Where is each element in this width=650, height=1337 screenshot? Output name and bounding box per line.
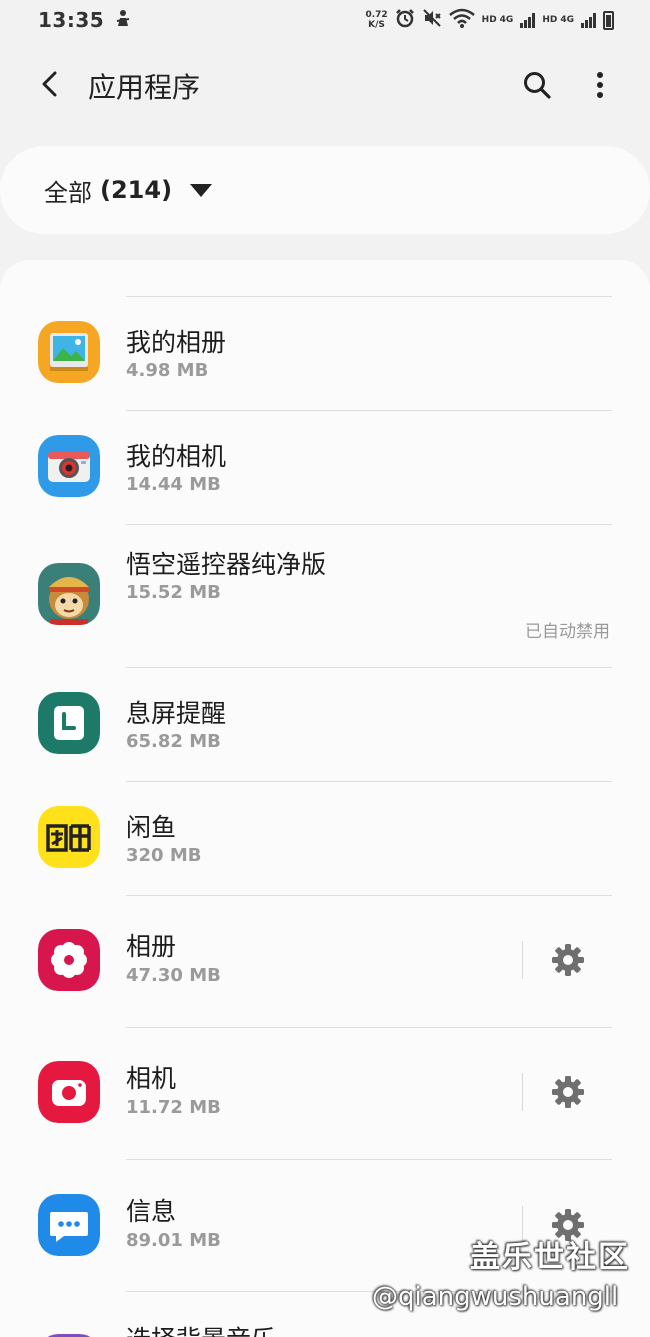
watermark-title: 盖乐世社区	[470, 1240, 630, 1275]
app-size: 65.82 MB	[126, 731, 221, 752]
app-size: 320 MB	[126, 845, 202, 866]
search-button[interactable]	[514, 62, 560, 108]
app-status-label: 已自动禁用	[525, 622, 610, 642]
app-size: 11.72 MB	[126, 1097, 221, 1118]
list-item-wukong-remote[interactable]: 悟空遥控器纯净版 15.52 MB 已自动禁用	[0, 525, 650, 667]
app-size: 89.01 MB	[126, 1230, 221, 1251]
app-name: 息屏提醒	[126, 699, 227, 728]
hd-label-2: HD	[542, 15, 558, 25]
app-name: 相册	[126, 932, 177, 961]
search-icon	[524, 72, 551, 99]
app-size: 4.98 MB	[126, 360, 209, 381]
app-size: 14.44 MB	[126, 474, 221, 495]
watermark-username: @qiangwushuangll	[372, 1282, 619, 1312]
app-size: 47.30 MB	[126, 965, 221, 986]
hd-label: HD	[481, 15, 497, 25]
list-item-xianyu[interactable]: 闲鱼 320 MB	[0, 782, 650, 895]
list-item-my-album[interactable]: 我的相册 4.98 MB	[0, 297, 650, 410]
filter-count: (214)	[100, 176, 173, 204]
clock-icon	[38, 692, 100, 754]
back-arrow-icon	[42, 71, 57, 97]
status-time: 13:35	[38, 8, 105, 32]
xianyu-logo-icon	[38, 806, 100, 868]
camera-icon	[38, 1061, 100, 1123]
mute-icon	[422, 8, 442, 32]
app-settings-button[interactable]	[544, 1068, 592, 1116]
signal-icon-2	[581, 12, 596, 28]
page-title: 应用程序	[88, 71, 201, 104]
vertical-separator	[522, 1073, 523, 1111]
back-button[interactable]	[28, 62, 72, 106]
alarm-icon	[395, 8, 415, 32]
photo-album-icon	[38, 321, 100, 383]
app-name: 信息	[126, 1197, 177, 1226]
gear-icon	[552, 944, 584, 976]
app-name: 相机	[126, 1064, 177, 1093]
app-name: 我的相机	[126, 442, 227, 471]
app-name: 选择背景音乐	[126, 1320, 276, 1337]
vertical-separator	[522, 941, 523, 979]
dropdown-caret-icon	[190, 183, 213, 197]
list-item-screen-off-reminder[interactable]: 息屏提醒 65.82 MB	[0, 668, 650, 781]
list-item-camera[interactable]: 相机 11.72 MB	[0, 1028, 650, 1159]
app-name: 闲鱼	[126, 813, 177, 842]
app-list: 我的相册 4.98 MB 我的相机 14.44 MB 悟空遥控器纯净版 15.5…	[0, 260, 650, 1337]
filter-label: 全部	[44, 178, 92, 207]
camera-app-icon	[38, 435, 100, 497]
network-type-label-2: 4G	[560, 15, 574, 25]
signal-icon	[520, 12, 536, 28]
figure-icon	[114, 9, 132, 31]
filter-dropdown[interactable]: 全部 (214)	[0, 146, 650, 234]
app-name: 我的相册	[126, 328, 227, 357]
app-name: 悟空遥控器纯净版	[126, 550, 327, 579]
app-size: 15.52 MB	[126, 582, 221, 603]
network-type-label: 4G	[499, 15, 514, 25]
status-bar: 13:35 0.72 K/S HD 4G HD 4G	[0, 0, 650, 40]
list-item-gallery[interactable]: 相册 47.30 MB	[0, 896, 650, 1027]
more-options-button[interactable]	[580, 62, 620, 108]
app-bar: 应用程序	[0, 48, 650, 120]
app-settings-button[interactable]	[544, 936, 592, 984]
list-item-my-camera[interactable]: 我的相机 14.44 MB	[0, 411, 650, 524]
monkey-king-icon	[38, 563, 100, 625]
network-speed: 0.72 K/S	[365, 10, 388, 30]
more-vert-icon	[597, 72, 603, 98]
message-icon	[38, 1194, 100, 1256]
flower-icon	[38, 929, 100, 991]
gear-icon	[552, 1076, 584, 1108]
battery-icon	[603, 10, 614, 30]
wifi-icon	[448, 8, 475, 32]
